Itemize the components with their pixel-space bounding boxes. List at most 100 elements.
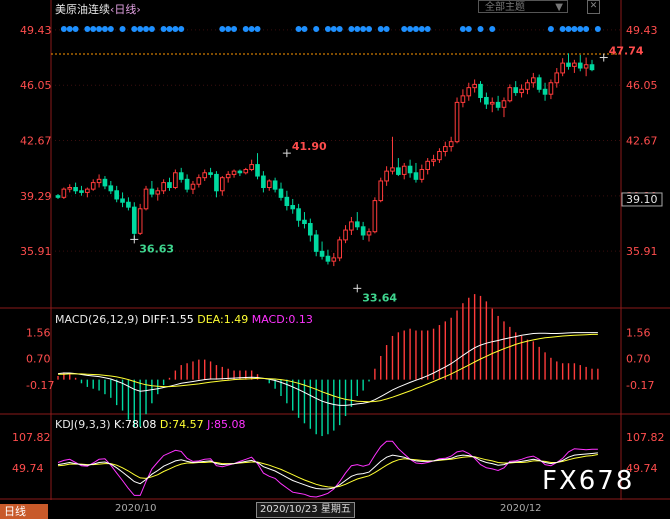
x-tick-label: 2020/10 — [115, 503, 157, 514]
event-dot — [360, 26, 367, 32]
candle-down — [108, 185, 114, 192]
chevron-down-icon: ▼ — [555, 2, 563, 13]
event-dot — [301, 26, 308, 32]
candle-up — [337, 239, 342, 259]
candle-up — [90, 182, 96, 190]
period-tab[interactable]: 日线 — [0, 504, 48, 519]
candle-down — [495, 101, 501, 108]
event-dot — [148, 26, 155, 32]
candle-down — [589, 64, 595, 71]
macd-y-tick-right: 1.56 — [626, 326, 651, 339]
period-label[interactable]: ‹日线› — [110, 3, 141, 16]
candle-up — [67, 187, 73, 190]
candle-down — [79, 190, 84, 193]
candle-down — [178, 172, 184, 180]
event-dot — [324, 26, 331, 32]
chart-canvas: 41.90 36.63 33.64 47.74 49.43 46.05 42.67 39.2… — [0, 0, 670, 500]
event-dot — [137, 26, 144, 32]
candle-down — [261, 175, 266, 189]
candle-down — [407, 165, 413, 174]
event-dot — [477, 26, 484, 32]
candle-up — [489, 101, 495, 105]
event-dot — [412, 26, 419, 32]
macd-legend: MACD(26,12,9) DIFF:1.55 DEA:1.49 MACD:0.… — [55, 313, 313, 326]
kdj-legend-j: J:85.08 — [207, 418, 246, 431]
candle-up — [331, 257, 337, 262]
x-tick-label: 2020/12 — [500, 503, 542, 514]
event-dot — [90, 26, 97, 32]
kdj-y-tick-right: 107.82 — [626, 431, 665, 444]
candle-down — [313, 234, 319, 252]
candle-up — [196, 177, 202, 185]
candle-down — [542, 88, 548, 95]
event-dot — [160, 26, 167, 32]
y-tick-label-right: 42.67 — [626, 135, 658, 148]
candle-up — [249, 164, 254, 171]
event-dot — [407, 26, 414, 32]
candle-up — [501, 100, 507, 108]
event-markers — [60, 26, 601, 32]
candle-up — [583, 64, 589, 69]
event-dot — [231, 26, 238, 32]
event-dot — [172, 26, 179, 32]
event-dot — [424, 26, 431, 32]
event-dot — [96, 26, 103, 32]
candle-up — [442, 146, 448, 152]
candle-up — [202, 172, 208, 179]
candle-down — [149, 188, 155, 195]
event-dot — [459, 26, 466, 32]
candle-up — [460, 95, 466, 103]
event-dot — [166, 26, 173, 32]
macd-y-tick-right: 0.70 — [626, 352, 651, 365]
candle-down — [208, 172, 213, 175]
kdj-y-tick-left: 49.74 — [12, 462, 44, 475]
candle-down — [120, 198, 125, 203]
candle-up — [155, 190, 161, 195]
candle-down — [73, 187, 78, 192]
candle-up — [572, 62, 577, 67]
event-dot — [594, 26, 601, 32]
y-tick-label-left: 46.05 — [20, 79, 52, 92]
y-tick-label-right: 35.91 — [626, 245, 658, 258]
candle-up — [384, 170, 389, 182]
event-dot — [119, 26, 126, 32]
candle-up — [61, 188, 67, 198]
event-dot — [465, 26, 472, 32]
event-dot — [242, 26, 249, 32]
candle-up — [366, 231, 372, 236]
event-dot — [418, 26, 425, 32]
event-dot — [60, 26, 67, 32]
candle-up — [219, 177, 225, 192]
kdj-y-tick-left: 107.82 — [12, 431, 51, 444]
candle-up — [507, 87, 513, 102]
macd-y-tick-left: 1.56 — [26, 326, 51, 339]
candle-up — [437, 150, 442, 161]
candle-up — [560, 62, 565, 74]
candle-up — [190, 183, 196, 190]
candle-up — [472, 83, 477, 89]
event-dot — [577, 26, 584, 32]
watermark-logo: FX678 — [542, 466, 635, 496]
candle-down — [513, 87, 519, 94]
y-tick-label-right: 49.43 — [626, 24, 658, 37]
close-icon[interactable]: ✕ — [587, 0, 600, 14]
candle-down — [167, 182, 172, 189]
macd-y-tick-left: 0.70 — [26, 352, 51, 365]
candle-down — [413, 172, 419, 180]
candle-up — [448, 141, 454, 148]
last-price-label: 39.10 — [626, 193, 658, 206]
event-dot — [84, 26, 91, 32]
event-dot — [565, 26, 572, 32]
candle-down — [354, 221, 360, 228]
theme-menu-button[interactable]: 全部主题 ▼ — [478, 0, 568, 13]
candle-up — [419, 169, 425, 180]
candle-up — [372, 200, 378, 233]
candle-down — [566, 62, 571, 67]
candle-down — [360, 226, 366, 236]
kdj-legend-k: K:78.08 — [114, 418, 157, 431]
candle-down — [237, 170, 243, 174]
event-dot — [131, 26, 138, 32]
macd-legend-dea: DEA:1.49 — [197, 313, 249, 326]
candle-up — [378, 180, 384, 202]
candle-down — [278, 188, 284, 198]
